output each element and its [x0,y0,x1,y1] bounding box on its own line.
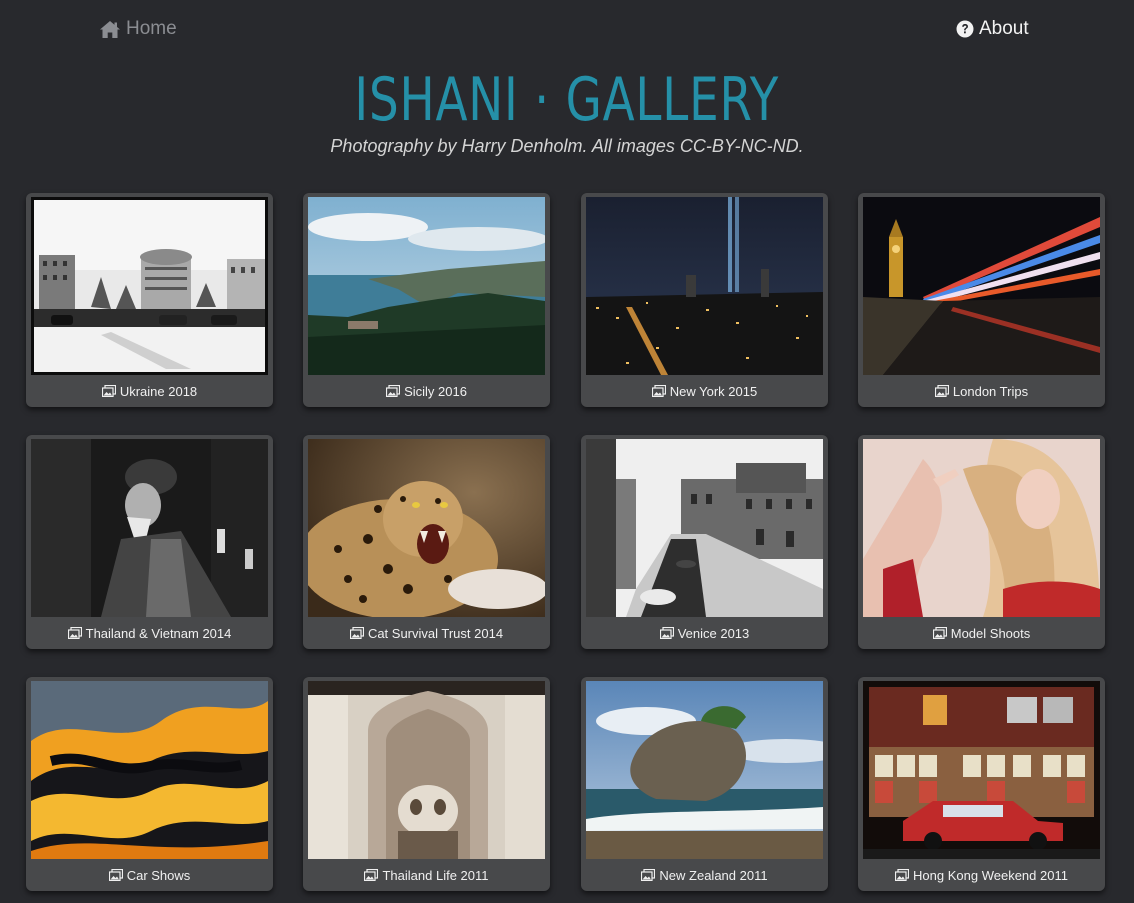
images-icon [934,385,949,397]
album-card-london-trips[interactable]: London Trips [858,193,1105,407]
album-thumbnail[interactable] [586,439,823,617]
images-icon [108,869,123,881]
album-title: Sicily 2016 [404,383,467,399]
album-card-cat-survival-trust-2014[interactable]: Cat Survival Trust 2014 [303,435,550,649]
album-card-new-york-2015[interactable]: New York 2015 [581,193,828,407]
images-icon [895,869,910,881]
album-card-hong-kong-weekend-2011[interactable]: Hong Kong Weekend 2011 [858,677,1105,891]
album-title: New Zealand 2011 [659,867,768,883]
nav-about-label: About [979,18,1029,39]
album-card-new-zealand-2011[interactable]: New Zealand 2011 [581,677,828,891]
images-icon [659,627,674,639]
nav-about-link[interactable]: About [956,16,1029,42]
album-caption[interactable]: Car Shows [26,861,273,889]
album-card-car-shows[interactable]: Car Shows [26,677,273,891]
album-caption[interactable]: Ukraine 2018 [26,377,273,405]
album-thumbnail[interactable] [863,681,1100,859]
album-card-ukraine-2018[interactable]: Ukraine 2018 [26,193,273,407]
album-caption[interactable]: Thailand Life 2011 [303,861,550,889]
images-icon [651,385,666,397]
nav-home-link[interactable]: Home [100,16,177,42]
album-caption[interactable]: Cat Survival Trust 2014 [303,619,550,647]
album-thumbnail[interactable] [31,681,268,859]
album-title: Model Shoots [950,625,1031,641]
site-title: ISHANI · GALLERY [354,65,780,135]
album-title: New York 2015 [669,383,758,399]
question-circle-icon [956,20,974,38]
album-caption[interactable]: Hong Kong Weekend 2011 [858,861,1105,889]
album-card-venice-2013[interactable]: Venice 2013 [581,435,828,649]
album-caption[interactable]: Thailand & Vietnam 2014 [26,619,273,647]
album-caption[interactable]: Sicily 2016 [303,377,550,405]
album-card-thailand-life-2011[interactable]: Thailand Life 2011 [303,677,550,891]
album-caption[interactable]: New Zealand 2011 [581,861,828,889]
images-icon [932,627,947,639]
images-icon [349,627,364,639]
album-thumbnail[interactable] [308,439,545,617]
album-thumbnail[interactable] [308,197,545,375]
album-title: Venice 2013 [677,625,750,641]
album-thumbnail[interactable] [863,439,1100,617]
home-icon [100,20,120,38]
album-caption[interactable]: Venice 2013 [581,619,828,647]
images-icon [386,385,401,397]
gallery-page: Home About ISHANI · GALLERY Photography … [0,0,1134,903]
album-title: Thailand & Vietnam 2014 [85,625,232,641]
album-thumbnail[interactable] [586,681,823,859]
album-thumbnail[interactable] [31,197,268,375]
album-title: London Trips [952,383,1029,399]
album-card-thailand-vietnam-2014[interactable]: Thailand & Vietnam 2014 [26,435,273,649]
album-card-sicily-2016[interactable]: Sicily 2016 [303,193,550,407]
album-card-model-shoots[interactable]: Model Shoots [858,435,1105,649]
images-icon [641,869,656,881]
images-icon [364,869,379,881]
site-subtitle: Photography by Harry Denholm. All images… [330,136,804,156]
images-icon [67,627,82,639]
album-title: Ukraine 2018 [119,383,198,399]
album-title: Hong Kong Weekend 2011 [913,867,1068,883]
album-title: Thailand Life 2011 [382,867,489,883]
album-thumbnail[interactable] [308,681,545,859]
album-caption[interactable]: Model Shoots [858,619,1105,647]
album-thumbnail[interactable] [31,439,268,617]
album-caption[interactable]: London Trips [858,377,1105,405]
album-title: Car Shows [126,867,191,883]
album-caption[interactable]: New York 2015 [581,377,828,405]
nav-home-label: Home [126,18,177,39]
album-thumbnail[interactable] [586,197,823,375]
album-title: Cat Survival Trust 2014 [367,625,504,641]
images-icon [101,385,116,397]
album-thumbnail[interactable] [863,197,1100,375]
